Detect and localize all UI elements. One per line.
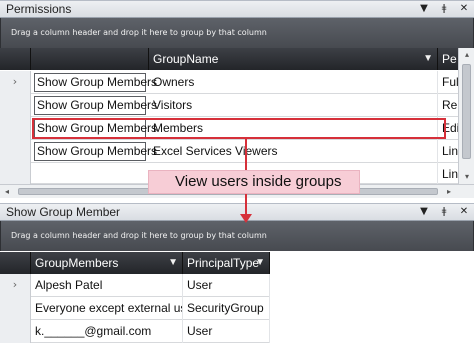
chevron-right-icon: › xyxy=(0,274,31,297)
scroll-up-arrow-icon[interactable]: ▴ xyxy=(459,48,474,62)
row-indicator xyxy=(0,163,31,184)
group-member-cell: k.______@gmail.com xyxy=(31,320,183,343)
members-panel-title-buttons: ▼ ǂ ✕ xyxy=(418,204,470,220)
permission-cell: Ful xyxy=(442,75,458,89)
group-member-cell: Everyone except external users xyxy=(31,297,183,320)
filter-funnel-icon[interactable]: ▼ xyxy=(168,256,178,270)
permissions-panel-title-bar: Permissions ▼ ǂ ✕ xyxy=(0,0,474,18)
permissions-panel-title-buttons: ▼ ǂ ✕ xyxy=(418,1,470,17)
group-by-hint: Drag a column header and drop it here to… xyxy=(11,231,267,240)
permissions-panel-title: Permissions xyxy=(6,2,72,16)
filter-funnel-icon[interactable]: ▼ xyxy=(423,52,433,66)
permission-cell: Edi xyxy=(442,121,458,135)
group-name-cell: Visitors xyxy=(149,94,438,117)
table-row[interactable]: Show Group Members Visitors Re xyxy=(0,94,458,117)
row-indicator-header xyxy=(0,48,31,70)
column-header-groupname[interactable]: GroupName ▼ xyxy=(149,48,438,70)
pin-icon[interactable]: ǂ xyxy=(438,205,450,219)
table-row[interactable]: Everyone except external users SecurityG… xyxy=(0,297,270,320)
table-row[interactable]: Show Group Members Excel Services Viewer… xyxy=(0,140,458,163)
dropdown-arrow-icon[interactable]: ▼ xyxy=(418,205,430,219)
column-header-button[interactable] xyxy=(31,48,149,70)
scroll-left-arrow-icon[interactable]: ◂ xyxy=(0,185,14,198)
annotation-connector-line xyxy=(245,194,247,215)
principal-type-cell: SecurityGroup xyxy=(183,297,270,320)
members-group-by-panel[interactable]: Drag a column header and drop it here to… xyxy=(0,221,474,251)
permission-cell: Lin xyxy=(442,167,458,181)
permission-cell: Lin xyxy=(442,144,458,158)
column-header-principaltype[interactable]: PrincipalType ▼ xyxy=(183,252,270,274)
permission-cell: Re xyxy=(442,98,458,112)
table-row[interactable]: › Show Group Members Owners Ful xyxy=(0,71,458,94)
annotation-connector-line xyxy=(245,139,247,170)
close-icon[interactable]: ✕ xyxy=(458,205,470,219)
permissions-grid-header: GroupName ▼ Pe xyxy=(0,48,458,70)
show-group-members-button[interactable]: Show Group Members xyxy=(34,119,157,138)
row-indicator xyxy=(0,117,31,140)
annotation-arrow-head-icon xyxy=(240,214,252,223)
show-group-members-button[interactable]: Show Group Members xyxy=(34,96,157,115)
group-name-cell: Members xyxy=(149,117,438,140)
chevron-right-icon: › xyxy=(0,71,31,94)
callout-text: View users inside groups xyxy=(175,173,342,190)
close-icon[interactable]: ✕ xyxy=(458,2,470,16)
permissions-group-by-panel[interactable]: Drag a column header and drop it here to… xyxy=(0,18,474,48)
show-group-members-button[interactable]: Show Group Members xyxy=(34,142,157,161)
members-grid-header: GroupMembers ▼ PrincipalType ▼ xyxy=(0,252,270,274)
row-indicator xyxy=(0,94,31,117)
members-panel-title: Show Group Member xyxy=(6,205,121,219)
row-indicator xyxy=(0,140,31,163)
group-name-cell: Excel Services Viewers xyxy=(149,140,438,163)
principal-type-cell: User xyxy=(183,320,270,343)
row-indicator xyxy=(0,320,31,343)
members-grid-empty-area xyxy=(270,252,474,348)
group-by-hint: Drag a column header and drop it here to… xyxy=(11,28,267,37)
annotation-callout: View users inside groups xyxy=(148,170,360,194)
table-row[interactable]: k.______@gmail.com User xyxy=(0,320,270,343)
permissions-vertical-scrollbar[interactable]: ▴ ▾ xyxy=(458,48,474,184)
pin-icon[interactable]: ǂ xyxy=(438,2,450,16)
members-panel-title-bar: Show Group Member ▼ ǂ ✕ xyxy=(0,203,474,221)
table-row[interactable]: › Alpesh Patel User xyxy=(0,274,270,297)
group-name-cell: Owners xyxy=(149,71,438,94)
row-indicator xyxy=(0,297,31,320)
column-header-permission[interactable]: Pe xyxy=(438,48,458,70)
scrollbar-thumb[interactable] xyxy=(462,64,471,159)
filter-funnel-icon[interactable]: ▼ xyxy=(255,256,265,270)
scroll-down-arrow-icon[interactable]: ▾ xyxy=(459,170,474,184)
table-row[interactable]: Show Group Members Members Edi xyxy=(0,117,458,140)
principal-type-cell: User xyxy=(183,274,270,297)
row-indicator-header xyxy=(0,252,31,274)
show-group-members-button[interactable]: Show Group Members xyxy=(34,73,157,92)
scroll-right-arrow-icon[interactable]: ▸ xyxy=(442,185,456,198)
column-header-groupmembers[interactable]: GroupMembers ▼ xyxy=(31,252,183,274)
dropdown-arrow-icon[interactable]: ▼ xyxy=(418,2,430,16)
group-member-cell: Alpesh Patel xyxy=(31,274,183,297)
